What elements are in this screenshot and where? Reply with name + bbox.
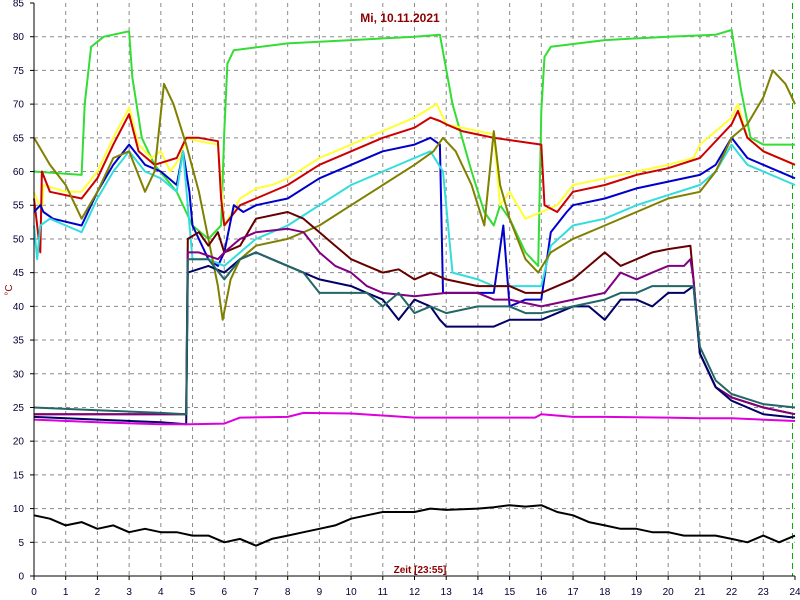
y-tick-label: 25 bbox=[13, 403, 25, 414]
y-tick-label: 5 bbox=[18, 538, 24, 549]
x-tick-label: 6 bbox=[221, 587, 227, 598]
y-tick-label: 60 bbox=[13, 167, 25, 178]
y-tick-label: 0 bbox=[18, 572, 24, 583]
x-tick-label: 22 bbox=[726, 587, 738, 598]
y-tick-label: 35 bbox=[13, 336, 25, 347]
x-tick-label: 10 bbox=[346, 587, 358, 598]
y-tick-label: 30 bbox=[13, 369, 25, 380]
x-tick-label: 13 bbox=[441, 587, 453, 598]
x-axis-label: Zeit [23:55] bbox=[394, 565, 447, 576]
y-tick-label: 10 bbox=[13, 504, 25, 515]
x-tick-label: 9 bbox=[317, 587, 323, 598]
y-tick-label: 65 bbox=[13, 133, 25, 144]
x-tick-label: 15 bbox=[504, 587, 516, 598]
x-tick-label: 1 bbox=[63, 587, 69, 598]
y-tick-label: 80 bbox=[13, 32, 25, 43]
x-tick-label: 14 bbox=[472, 587, 484, 598]
series-line bbox=[34, 227, 796, 416]
x-tick-label: 17 bbox=[567, 587, 579, 598]
x-tick-label: 5 bbox=[190, 587, 196, 598]
y-tick-label: 50 bbox=[13, 234, 25, 245]
plot-frame bbox=[33, 3, 795, 577]
y-axis-label: °C bbox=[4, 284, 15, 295]
y-tick-label: 15 bbox=[13, 470, 25, 481]
x-tick-label: 8 bbox=[285, 587, 291, 598]
y-tick-label: 70 bbox=[13, 100, 25, 111]
grid bbox=[34, 3, 795, 576]
x-tick-label: 11 bbox=[378, 587, 389, 598]
y-tick-label: 20 bbox=[13, 437, 25, 448]
y-tick-label: 55 bbox=[13, 201, 25, 212]
x-tick-label: 19 bbox=[631, 587, 643, 598]
x-tick-label: 4 bbox=[158, 587, 164, 598]
x-tick-label: 23 bbox=[758, 587, 770, 598]
y-tick-label: 75 bbox=[13, 66, 25, 77]
x-tick-label: 18 bbox=[599, 587, 611, 598]
x-tick-label: 2 bbox=[95, 587, 101, 598]
chart-root: 0 1 2 3 4 5 6 7 8 9 10 11 12 13 14 15 16 17 18 19 20 21 22 23 24… bbox=[0, 0, 800, 600]
x-tick-label: 20 bbox=[663, 587, 675, 598]
x-tick-label: 24 bbox=[789, 587, 800, 598]
x-tick-label: 3 bbox=[126, 587, 132, 598]
temperature-chart: 0 1 2 3 4 5 6 7 8 9 10 11 12 13 14 15 16 17 18 19 20 21 22 23 24… bbox=[4, 0, 800, 598]
x-tick-label: 0 bbox=[31, 587, 37, 598]
y-tick-label: 85 bbox=[13, 0, 25, 10]
x-tick-label: 12 bbox=[409, 587, 421, 598]
x-tick-label: 21 bbox=[694, 587, 706, 598]
x-tick-label: 16 bbox=[536, 587, 548, 598]
y-tick-label: 40 bbox=[13, 302, 25, 313]
chart-title: Mi, 10.11.2021 bbox=[360, 11, 440, 25]
x-tick-label: 7 bbox=[253, 587, 259, 598]
y-tick-label: 45 bbox=[13, 268, 25, 279]
